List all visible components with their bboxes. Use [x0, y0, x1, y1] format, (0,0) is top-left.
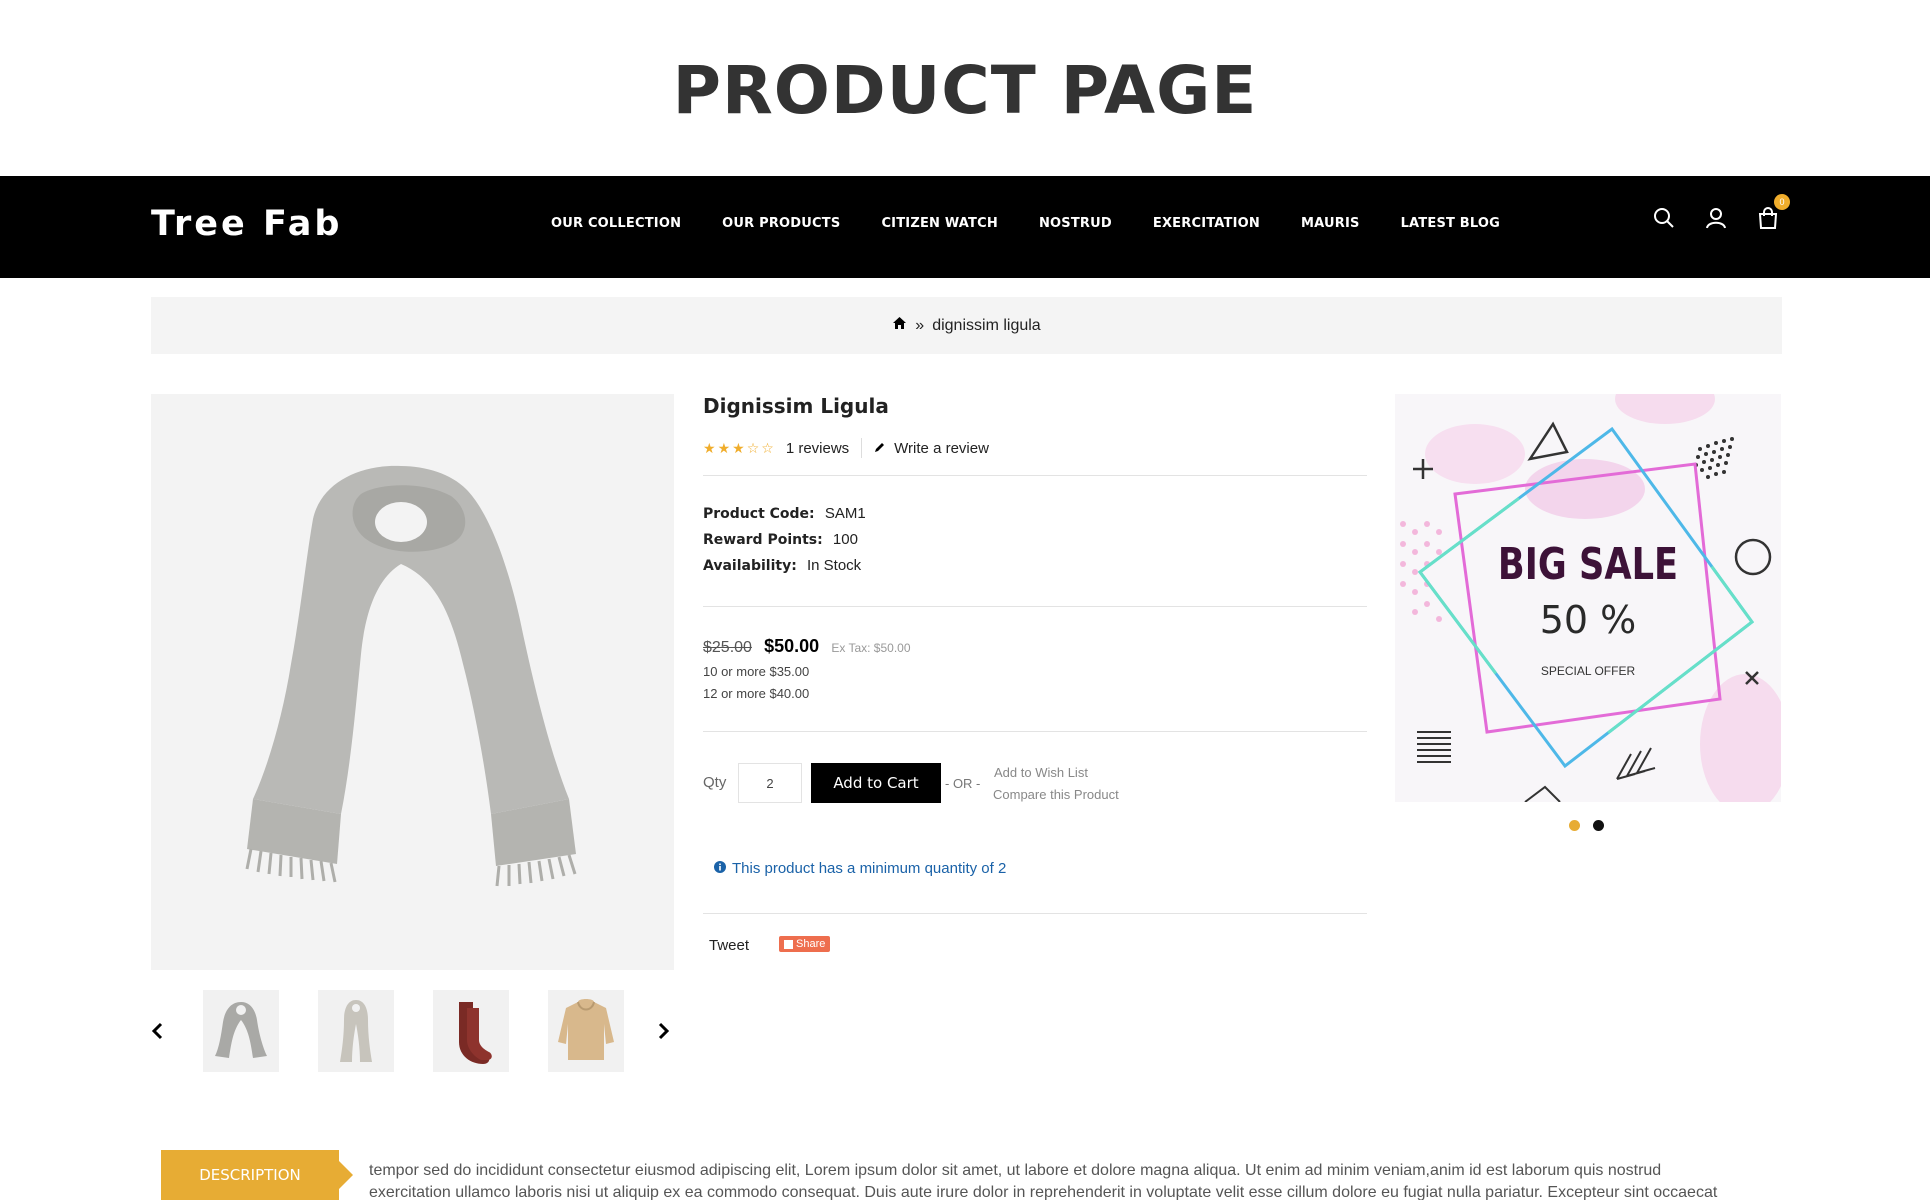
product-main-image[interactable]	[151, 394, 674, 970]
menu-item-our-products[interactable]: OUR PRODUCTS	[722, 216, 840, 231]
reward-points-label: Reward Points:	[703, 532, 823, 548]
minimum-quantity-notice: This product has a minimum quantity of 2	[714, 860, 1006, 877]
product-code-value: SAM1	[824, 505, 866, 522]
minimum-quantity-text: This product has a minimum quantity of 2	[732, 860, 1007, 877]
product-code-row: Product Code: SAM1	[703, 505, 866, 522]
promo-banner[interactable]: BIG SALE 50 % SPECIAL OFFER	[1395, 394, 1781, 802]
thumbnail-scarf-1[interactable]	[203, 990, 279, 1072]
rating-row: ★ ★ ★ ☆ ☆ 1 reviews Write a review	[703, 438, 1367, 458]
page-title: PRODUCT PAGE	[672, 52, 1258, 129]
menu-item-citizen-watch[interactable]: CITIZEN WATCH	[881, 216, 998, 231]
product-info-panel: Dignissim Ligula ★ ★ ★ ☆ ☆ 1 reviews Wri…	[703, 394, 1367, 954]
user-account-icon[interactable]	[1704, 206, 1728, 230]
or-separator: - OR -	[945, 776, 981, 791]
menu-item-latest-blog[interactable]: LATEST BLOG	[1401, 216, 1501, 231]
cart-count-badge: 0	[1774, 194, 1790, 210]
discount-1: 10 or more $35.00	[703, 664, 810, 679]
star-empty-icon: ☆	[746, 439, 760, 456]
divider	[703, 731, 1367, 732]
breadcrumb-separator: »	[915, 316, 925, 334]
star-filled-icon: ★	[703, 439, 716, 456]
product-code-label: Product Code:	[703, 506, 815, 522]
menu-item-our-collection[interactable]: OUR COLLECTION	[551, 216, 681, 231]
divider	[703, 606, 1367, 607]
compare-product-link[interactable]: Compare this Product	[993, 787, 1119, 802]
star-filled-icon: ★	[732, 439, 745, 456]
banner-title: BIG SALE	[1497, 539, 1679, 590]
divider	[703, 913, 1367, 914]
star-filled-icon: ★	[717, 439, 731, 456]
top-navigation-bar: Tree Fab OUR COLLECTION OUR PRODUCTS CIT…	[0, 176, 1930, 278]
availability-row: Availability: In Stock	[703, 557, 861, 574]
description-line-1: tempor sed do incididunt consectetur eiu…	[369, 1162, 1662, 1179]
menu-item-exercitation[interactable]: EXERCITATION	[1153, 216, 1260, 231]
divider	[861, 438, 863, 458]
thumbnail-carousel	[151, 990, 674, 1074]
share-label: Share	[796, 938, 826, 950]
reward-points-row: Reward Points: 100	[703, 531, 858, 548]
pencil-icon	[874, 440, 886, 457]
thumbnail-next-arrow[interactable]	[658, 1020, 670, 1046]
banner-subtitle: SPECIAL OFFER	[1540, 664, 1636, 678]
availability-label: Availability:	[703, 558, 797, 574]
reward-points-value: 100	[832, 531, 858, 548]
product-title: Dignissim Ligula	[703, 394, 889, 418]
price-row: $25.00 $50.00 Ex Tax: $50.00	[703, 636, 911, 657]
shopping-bag-icon[interactable]: 0	[1756, 194, 1790, 230]
description-text: tempor sed do incididunt consectetur eiu…	[369, 1160, 1769, 1200]
current-price: $50.00	[764, 636, 820, 656]
breadcrumb-current[interactable]: dignissim ligula	[932, 317, 1041, 335]
add-to-cart-button[interactable]: Add to Cart	[811, 763, 941, 803]
home-icon[interactable]	[892, 316, 907, 335]
info-icon	[714, 860, 726, 877]
description-line-2: exercitation ullamco laboris nisi ut ali…	[369, 1184, 1718, 1200]
banner-pagination	[1569, 820, 1604, 831]
old-price: $25.00	[703, 639, 752, 656]
banner-percent: 50 %	[1539, 598, 1637, 642]
quantity-input[interactable]	[738, 763, 802, 803]
thumbnail-scarf-2[interactable]	[318, 990, 394, 1072]
tweet-button[interactable]: Tweet	[709, 937, 749, 954]
thumbnail-hoodie[interactable]	[548, 990, 624, 1072]
star-empty-icon: ☆	[761, 439, 774, 456]
thumbnail-socks[interactable]	[433, 990, 509, 1072]
discount-2: 12 or more $40.00	[703, 686, 810, 701]
star-rating: ★ ★ ★ ☆ ☆	[703, 440, 774, 457]
banner-dot-2[interactable]	[1593, 820, 1604, 831]
menu-item-mauris[interactable]: MAURIS	[1301, 216, 1360, 231]
add-to-wish-list-link[interactable]: Add to Wish List	[994, 765, 1088, 780]
site-logo[interactable]: Tree Fab	[151, 204, 342, 244]
quantity-label: Qty	[703, 774, 727, 791]
divider	[703, 475, 1367, 476]
write-review-link[interactable]: Write a review	[894, 440, 989, 457]
availability-value: In Stock	[806, 557, 862, 574]
thumbnail-prev-arrow[interactable]	[151, 1020, 163, 1046]
breadcrumb: » dignissim ligula	[151, 297, 1782, 354]
tab-description[interactable]: DESCRIPTION	[161, 1150, 353, 1200]
banner-dot-1[interactable]	[1569, 820, 1580, 831]
menu-item-nostrud[interactable]: NOSTRUD	[1039, 216, 1112, 231]
search-icon[interactable]	[1652, 206, 1676, 230]
ex-tax-price: Ex Tax: $50.00	[831, 641, 911, 655]
share-button[interactable]: Share	[779, 936, 831, 952]
reviews-link[interactable]: 1 reviews	[786, 440, 849, 457]
plus-icon	[784, 939, 793, 949]
main-menu: OUR COLLECTION OUR PRODUCTS CITIZEN WATC…	[551, 216, 1541, 231]
header-icons: 0	[1652, 194, 1790, 230]
